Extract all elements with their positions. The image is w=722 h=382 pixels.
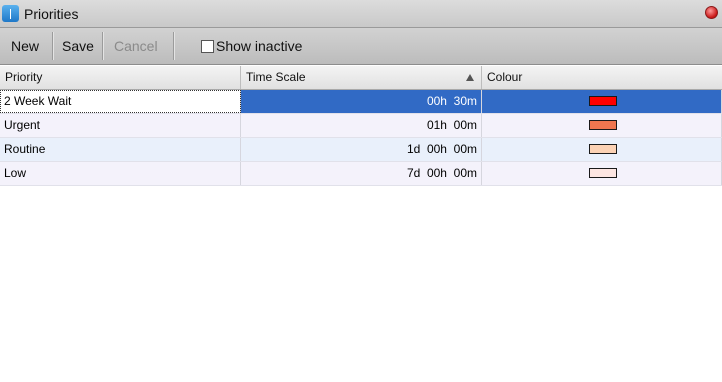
toolbar-separator bbox=[102, 32, 104, 60]
colour-cell[interactable] bbox=[482, 162, 722, 185]
time-scale-cell[interactable]: 7d 00h 00m bbox=[241, 162, 482, 185]
table-header: Priority Time Scale Colour bbox=[0, 66, 722, 90]
colour-swatch bbox=[589, 120, 617, 130]
cancel-button[interactable]: Cancel bbox=[106, 33, 166, 59]
priority-cell[interactable]: Routine bbox=[0, 138, 241, 161]
save-button[interactable]: Save bbox=[54, 33, 102, 59]
column-header-colour[interactable]: Colour bbox=[482, 66, 722, 89]
priority-cell[interactable]: Urgent bbox=[0, 114, 241, 137]
table-row[interactable]: Urgent 01h 00m bbox=[0, 114, 722, 138]
show-inactive-checkbox[interactable] bbox=[201, 39, 214, 53]
sort-ascending-icon bbox=[466, 74, 474, 81]
table-row[interactable]: Low 7d 00h 00m bbox=[0, 162, 722, 186]
column-header-time-scale[interactable]: Time Scale bbox=[241, 66, 482, 89]
time-scale-cell[interactable]: 01h 00m bbox=[241, 114, 482, 137]
new-button[interactable]: New bbox=[3, 33, 47, 59]
colour-cell[interactable] bbox=[482, 138, 722, 161]
priority-cell[interactable]: 2 Week Wait bbox=[0, 90, 241, 113]
colour-cell[interactable] bbox=[482, 90, 722, 113]
column-header-time-scale-label: Time Scale bbox=[246, 70, 306, 84]
table-row[interactable]: Routine 1d 00h 00m bbox=[0, 138, 722, 162]
colour-swatch bbox=[589, 96, 617, 106]
close-icon[interactable] bbox=[705, 6, 718, 19]
table-row[interactable]: 2 Week Wait 00h 30m bbox=[0, 90, 722, 114]
toolbar: New Save Cancel Show inactive bbox=[0, 28, 722, 65]
priority-cell[interactable]: Low bbox=[0, 162, 241, 185]
show-inactive-toggle[interactable]: Show inactive bbox=[201, 38, 302, 54]
window-title: Priorities bbox=[24, 6, 79, 22]
title-bar: Priorities bbox=[0, 0, 722, 28]
show-inactive-label[interactable]: Show inactive bbox=[216, 38, 302, 54]
toolbar-separator bbox=[173, 32, 175, 60]
colour-swatch bbox=[589, 144, 617, 154]
column-header-priority[interactable]: Priority bbox=[0, 66, 241, 89]
time-scale-cell[interactable]: 00h 30m bbox=[241, 90, 482, 113]
colour-cell[interactable] bbox=[482, 114, 722, 137]
time-scale-cell[interactable]: 1d 00h 00m bbox=[241, 138, 482, 161]
app-icon bbox=[2, 5, 19, 22]
colour-swatch bbox=[589, 168, 617, 178]
